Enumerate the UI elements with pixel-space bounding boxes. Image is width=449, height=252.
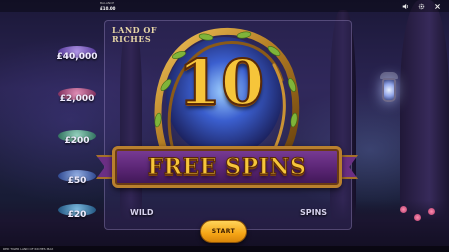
balance-value: £10.00	[100, 6, 116, 11]
speaker-icon[interactable]	[401, 2, 409, 10]
prize-row: £50	[52, 170, 102, 192]
prize-amount: £2,000	[59, 94, 95, 104]
free-spins-label: FREE SPINS	[147, 154, 307, 181]
start-button-label: START	[211, 228, 236, 235]
spins-symbol-label: SPINS	[300, 208, 328, 217]
prize-amount: £20	[67, 210, 87, 220]
prize-row: £200	[52, 130, 102, 152]
prize-amount: £200	[64, 136, 90, 146]
prize-amount: £40,000	[56, 52, 98, 62]
footer-bar: RED TIGER LAND OF RICHES MAX	[0, 246, 449, 252]
lantern	[382, 78, 396, 102]
close-icon[interactable]	[433, 2, 441, 10]
prize-row: £40,000	[52, 46, 102, 68]
free-spins-count: 10	[177, 46, 265, 119]
top-bar: BALANCE £10.00	[0, 0, 449, 12]
flower-decoration	[414, 214, 421, 221]
prize-row: £2,000	[52, 88, 102, 110]
prize-row: £20	[52, 204, 102, 226]
balance-display: BALANCE £10.00	[100, 1, 115, 11]
flower-decoration	[400, 206, 407, 213]
prize-amount: £50	[67, 176, 87, 186]
game-screen: LAND OF RICHES £40,000 £2,000 £200 £50 £…	[0, 0, 449, 252]
settings-icon[interactable]	[417, 2, 425, 10]
flower-decoration	[428, 208, 435, 215]
wild-symbol-label: WILD	[130, 208, 154, 217]
top-controls	[401, 2, 441, 10]
start-button[interactable]: START	[200, 220, 247, 243]
footer-text: RED TIGER LAND OF RICHES MAX	[3, 247, 54, 251]
free-spins-banner: FREE SPINS	[96, 146, 358, 188]
